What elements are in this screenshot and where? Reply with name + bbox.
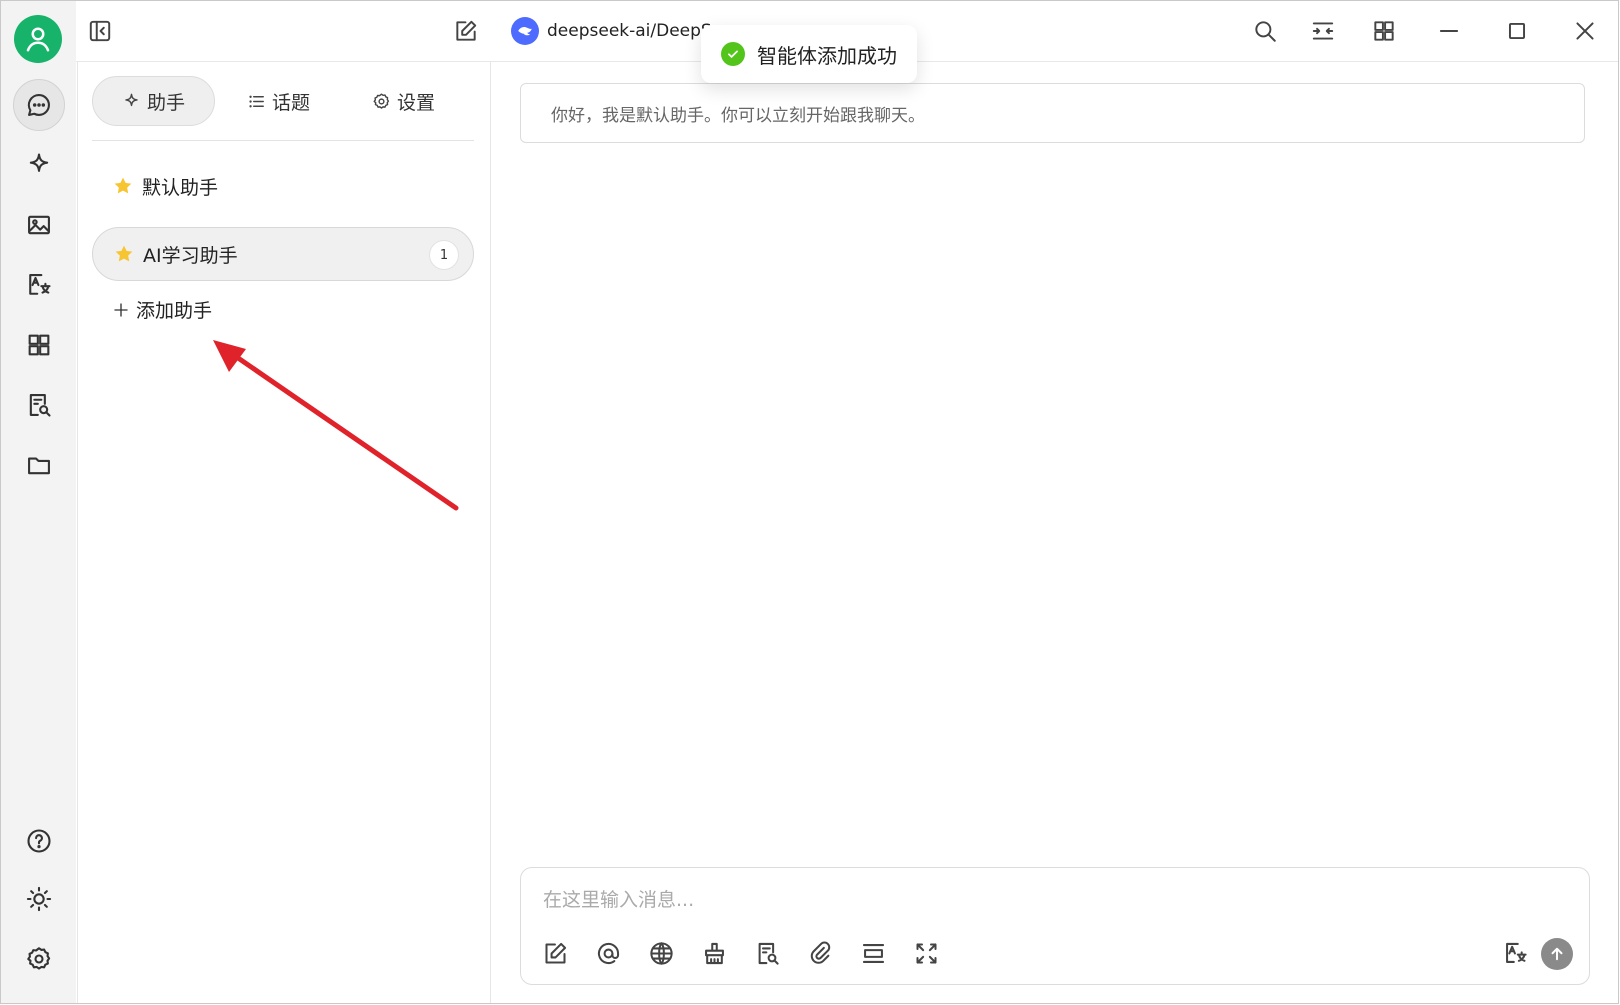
rail-image-button[interactable] bbox=[13, 199, 65, 251]
rail-translate-button[interactable] bbox=[13, 259, 65, 311]
edit-icon bbox=[456, 20, 477, 41]
width-toggle-icon bbox=[1312, 22, 1334, 40]
assistant-name: 默认助手 bbox=[142, 176, 219, 199]
close-icon bbox=[1576, 22, 1594, 40]
document-search-icon bbox=[29, 394, 51, 417]
rail-knowledge-button[interactable] bbox=[13, 379, 65, 431]
user-avatar[interactable] bbox=[14, 15, 62, 63]
gear-icon bbox=[27, 947, 51, 970]
assistant-name: AI学习助手 bbox=[143, 244, 238, 267]
new-topic-tool[interactable] bbox=[538, 936, 572, 970]
document-search-icon bbox=[758, 942, 779, 965]
arrow-up-icon bbox=[1551, 947, 1563, 961]
rail-settings-button[interactable] bbox=[13, 933, 65, 985]
app-window: deepseek-ai/DeepSe 智能体添加成功 助手 话题 设置 默认助手… bbox=[0, 0, 1619, 1004]
send-button[interactable] bbox=[1541, 938, 1573, 970]
tab-assistants[interactable]: 助手 bbox=[92, 76, 215, 126]
edit-icon bbox=[544, 942, 566, 964]
rail-files-button[interactable] bbox=[13, 439, 65, 491]
context-length-tool[interactable] bbox=[856, 936, 890, 970]
expand-input-tool[interactable] bbox=[909, 936, 943, 970]
greeting-message: 你好，我是默认助手。你可以立刻开始跟我聊天。 bbox=[520, 83, 1585, 143]
annotation-arrow bbox=[213, 340, 459, 511]
translate-icon bbox=[1505, 942, 1527, 963]
rail-theme-button[interactable] bbox=[13, 873, 65, 925]
assistant-panel: 助手 话题 设置 默认助手 AI学习助手 1 添加助手 bbox=[77, 62, 491, 1003]
search-icon bbox=[1255, 21, 1276, 42]
rail-agents-button[interactable] bbox=[13, 139, 65, 191]
translate-tool[interactable] bbox=[1498, 936, 1532, 970]
web-search-tool[interactable] bbox=[644, 936, 678, 970]
maximize-button[interactable] bbox=[1501, 15, 1533, 47]
search-button[interactable] bbox=[1249, 15, 1281, 47]
topic-count-badge: 1 bbox=[429, 240, 459, 270]
help-icon bbox=[27, 829, 51, 853]
toast-message: 智能体添加成功 bbox=[757, 43, 897, 68]
message-input-box bbox=[520, 867, 1590, 985]
tab-settings[interactable]: 设置 bbox=[372, 76, 435, 126]
knowledge-base-tool[interactable] bbox=[750, 936, 784, 970]
icon-rail bbox=[1, 1, 76, 1003]
assistant-item-ai-study[interactable]: AI学习助手 1 bbox=[92, 227, 474, 281]
paperclip-icon bbox=[810, 941, 830, 964]
new-chat-button[interactable] bbox=[450, 15, 482, 47]
tab-label: 话题 bbox=[272, 91, 311, 114]
rail-apps-button[interactable] bbox=[13, 319, 65, 371]
rail-chat-button[interactable] bbox=[13, 79, 65, 131]
success-toast: 智能体添加成功 bbox=[701, 25, 917, 83]
model-selector[interactable]: deepseek-ai/DeepSe bbox=[511, 17, 722, 45]
translate-icon bbox=[29, 274, 51, 295]
divider-lines-icon bbox=[862, 943, 884, 963]
star-icon bbox=[114, 177, 132, 194]
chat-bubble-icon bbox=[27, 94, 50, 116]
globe-icon bbox=[649, 941, 673, 965]
clear-context-tool[interactable] bbox=[697, 936, 731, 970]
minimize-button[interactable] bbox=[1433, 15, 1465, 47]
star-icon bbox=[115, 245, 133, 262]
image-icon bbox=[28, 215, 50, 235]
broom-icon bbox=[704, 942, 724, 964]
list-icon bbox=[249, 95, 264, 107]
grid-icon bbox=[28, 334, 50, 356]
tab-label: 助手 bbox=[146, 91, 185, 114]
close-button[interactable] bbox=[1569, 15, 1601, 47]
at-sign-icon bbox=[597, 942, 619, 964]
minimize-icon bbox=[1439, 30, 1459, 32]
rail-help-button[interactable] bbox=[13, 815, 65, 867]
plus-icon bbox=[114, 302, 128, 317]
user-icon bbox=[26, 27, 50, 52]
sparkle-icon bbox=[29, 153, 49, 172]
model-name: deepseek-ai/DeepSe bbox=[547, 21, 723, 41]
assistant-item-default[interactable]: 默认助手 bbox=[92, 159, 474, 213]
narrow-mode-button[interactable] bbox=[1307, 15, 1339, 47]
grid-icon bbox=[1374, 21, 1394, 41]
mention-model-tool[interactable] bbox=[591, 936, 625, 970]
folder-icon bbox=[28, 457, 50, 475]
add-assistant-label: 添加助手 bbox=[136, 300, 213, 322]
expand-icon bbox=[915, 942, 937, 964]
add-assistant-button[interactable]: 添加助手 bbox=[112, 296, 212, 323]
tab-label: 设置 bbox=[397, 91, 436, 114]
greeting-text: 你好，我是默认助手。你可以立刻开始跟我聊天。 bbox=[551, 105, 925, 126]
layout-button[interactable] bbox=[1368, 15, 1400, 47]
sparkle-icon bbox=[125, 93, 138, 106]
toggle-sidebar-button[interactable] bbox=[84, 15, 116, 47]
sidebar-collapse-icon bbox=[89, 20, 111, 42]
attach-file-tool[interactable] bbox=[803, 936, 837, 970]
check-circle-icon bbox=[721, 42, 745, 66]
sun-icon bbox=[26, 886, 52, 912]
gear-icon bbox=[373, 93, 390, 109]
deepseek-logo-icon bbox=[511, 17, 539, 45]
message-input[interactable] bbox=[541, 882, 1545, 918]
panel-tabs: 助手 话题 设置 bbox=[92, 76, 474, 141]
tab-topics[interactable]: 话题 bbox=[247, 76, 310, 126]
maximize-icon bbox=[1508, 22, 1526, 40]
